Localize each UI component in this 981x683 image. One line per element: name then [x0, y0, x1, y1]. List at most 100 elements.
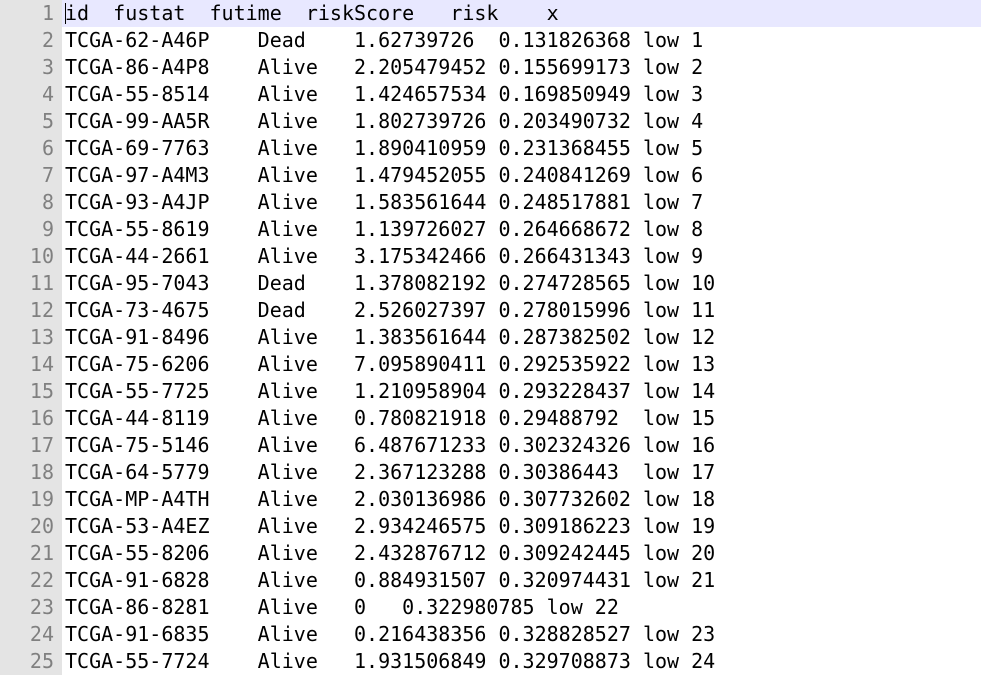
- line-number: 17: [0, 432, 58, 459]
- gutter-margin: [58, 0, 62, 27]
- editor-line[interactable]: 17 TCGA-75-5146 Alive 6.487671233 0.30232…: [0, 432, 981, 459]
- editor-line[interactable]: 15 TCGA-55-7725 Alive 1.210958904 0.29322…: [0, 378, 981, 405]
- line-text[interactable]: TCGA-44-2661 Alive 3.175342466 0.2664313…: [65, 243, 703, 270]
- line-text[interactable]: TCGA-86-A4P8 Alive 2.205479452 0.1556991…: [65, 54, 703, 81]
- line-number: 3: [0, 54, 58, 81]
- gutter-margin: [58, 594, 62, 621]
- line-number: 20: [0, 513, 58, 540]
- line-text[interactable]: TCGA-44-8119 Alive 0.780821918 0.2948879…: [65, 405, 715, 432]
- gutter-margin: [58, 27, 62, 54]
- gutter-margin: [58, 135, 62, 162]
- line-text[interactable]: TCGA-64-5779 Alive 2.367123288 0.3038644…: [65, 459, 715, 486]
- editor-line[interactable]: 3 TCGA-86-A4P8 Alive 2.205479452 0.155699…: [0, 54, 981, 81]
- editor-line[interactable]: 8 TCGA-93-A4JP Alive 1.583561644 0.248517…: [0, 189, 981, 216]
- line-text[interactable]: TCGA-97-A4M3 Alive 1.479452055 0.2408412…: [65, 162, 703, 189]
- editor-line[interactable]: 6 TCGA-69-7763 Alive 1.890410959 0.231368…: [0, 135, 981, 162]
- line-text[interactable]: TCGA-55-8619 Alive 1.139726027 0.2646686…: [65, 216, 703, 243]
- line-text[interactable]: TCGA-99-AA5R Alive 1.802739726 0.2034907…: [65, 108, 703, 135]
- line-number: 2: [0, 27, 58, 54]
- line-number: 11: [0, 270, 58, 297]
- gutter-margin: [58, 459, 62, 486]
- text-caret: [65, 3, 66, 24]
- line-number: 15: [0, 378, 58, 405]
- gutter-margin: [58, 351, 62, 378]
- gutter-margin: [58, 405, 62, 432]
- editor-line[interactable]: 18 TCGA-64-5779 Alive 2.367123288 0.30386…: [0, 459, 981, 486]
- editor-line[interactable]: 4 TCGA-55-8514 Alive 1.424657534 0.169850…: [0, 81, 981, 108]
- editor-line[interactable]: 12 TCGA-73-4675 Dead 2.526027397 0.278015…: [0, 297, 981, 324]
- line-number: 6: [0, 135, 58, 162]
- line-number: 19: [0, 486, 58, 513]
- gutter-margin: [58, 540, 62, 567]
- line-number: 1: [0, 0, 58, 27]
- editor-line[interactable]: 19 TCGA-MP-A4TH Alive 2.030136986 0.30773…: [0, 486, 981, 513]
- line-number: 4: [0, 81, 58, 108]
- line-text[interactable]: TCGA-75-6206 Alive 7.095890411 0.2925359…: [65, 351, 715, 378]
- editor-line[interactable]: 9 TCGA-55-8619 Alive 1.139726027 0.264668…: [0, 216, 981, 243]
- gutter-margin: [58, 189, 62, 216]
- editor-line[interactable]: 23 TCGA-86-8281 Alive 0 0.322980785 low 2…: [0, 594, 981, 621]
- line-number: 5: [0, 108, 58, 135]
- line-text[interactable]: TCGA-73-4675 Dead 2.526027397 0.27801599…: [65, 297, 715, 324]
- line-number: 14: [0, 351, 58, 378]
- editor-line[interactable]: 14 TCGA-75-6206 Alive 7.095890411 0.29253…: [0, 351, 981, 378]
- line-text[interactable]: TCGA-91-8496 Alive 1.383561644 0.2873825…: [65, 324, 715, 351]
- gutter-margin: [58, 432, 62, 459]
- gutter-margin: [58, 324, 62, 351]
- line-text[interactable]: TCGA-55-7724 Alive 1.931506849 0.3297088…: [65, 648, 715, 675]
- line-number: 16: [0, 405, 58, 432]
- gutter-margin: [58, 54, 62, 81]
- line-number: 9: [0, 216, 58, 243]
- editor-line[interactable]: 20 TCGA-53-A4EZ Alive 2.934246575 0.30918…: [0, 513, 981, 540]
- editor-line[interactable]: 2 TCGA-62-A46P Dead 1.62739726 0.13182636…: [0, 27, 981, 54]
- line-number: 21: [0, 540, 58, 567]
- line-text[interactable]: TCGA-86-8281 Alive 0 0.322980785 low 22: [65, 594, 619, 621]
- editor-line[interactable]: 11 TCGA-95-7043 Dead 1.378082192 0.274728…: [0, 270, 981, 297]
- gutter-margin: [58, 378, 62, 405]
- line-text[interactable]: TCGA-95-7043 Dead 1.378082192 0.27472856…: [65, 270, 715, 297]
- line-text[interactable]: TCGA-53-A4EZ Alive 2.934246575 0.3091862…: [65, 513, 715, 540]
- line-number: 18: [0, 459, 58, 486]
- gutter-margin: [58, 486, 62, 513]
- line-text[interactable]: TCGA-75-5146 Alive 6.487671233 0.3023243…: [65, 432, 715, 459]
- line-number: 7: [0, 162, 58, 189]
- line-number: 13: [0, 324, 58, 351]
- editor-line[interactable]: 21 TCGA-55-8206 Alive 2.432876712 0.30924…: [0, 540, 981, 567]
- editor-line[interactable]: 5 TCGA-99-AA5R Alive 1.802739726 0.203490…: [0, 108, 981, 135]
- gutter-margin: [58, 513, 62, 540]
- editor-line[interactable]: 10 TCGA-44-2661 Alive 3.175342466 0.26643…: [0, 243, 981, 270]
- gutter-margin: [58, 297, 62, 324]
- editor-line[interactable]: 22 TCGA-91-6828 Alive 0.884931507 0.32097…: [0, 567, 981, 594]
- gutter-margin: [58, 216, 62, 243]
- line-number: 8: [0, 189, 58, 216]
- editor-line[interactable]: 24 TCGA-91-6835 Alive 0.216438356 0.32882…: [0, 621, 981, 648]
- editor-line[interactable]: 13 TCGA-91-8496 Alive 1.383561644 0.28738…: [0, 324, 981, 351]
- editor-line[interactable]: 7 TCGA-97-A4M3 Alive 1.479452055 0.240841…: [0, 162, 981, 189]
- gutter-margin: [58, 108, 62, 135]
- line-text[interactable]: TCGA-55-8206 Alive 2.432876712 0.3092424…: [65, 540, 715, 567]
- line-text[interactable]: TCGA-91-6835 Alive 0.216438356 0.3288285…: [65, 621, 715, 648]
- line-number: 22: [0, 567, 58, 594]
- gutter-margin: [58, 243, 62, 270]
- text-editor[interactable]: 1 id fustat futime riskScore risk x 2 TCGA-…: [0, 0, 981, 683]
- line-number: 24: [0, 621, 58, 648]
- gutter-margin: [58, 648, 62, 675]
- editor-line[interactable]: 1 id fustat futime riskScore risk x: [0, 0, 981, 27]
- editor-line[interactable]: 16 TCGA-44-8119 Alive 0.780821918 0.29488…: [0, 405, 981, 432]
- gutter-margin: [58, 81, 62, 108]
- editor-line[interactable]: 25 TCGA-55-7724 Alive 1.931506849 0.32970…: [0, 648, 981, 675]
- line-number: 23: [0, 594, 58, 621]
- line-number: 10: [0, 243, 58, 270]
- line-text[interactable]: TCGA-93-A4JP Alive 1.583561644 0.2485178…: [65, 189, 703, 216]
- line-text[interactable]: TCGA-55-7725 Alive 1.210958904 0.2932284…: [65, 378, 715, 405]
- line-text[interactable]: TCGA-55-8514 Alive 1.424657534 0.1698509…: [65, 81, 703, 108]
- line-number: 25: [0, 648, 58, 675]
- gutter-margin: [58, 621, 62, 648]
- line-text[interactable]: TCGA-91-6828 Alive 0.884931507 0.3209744…: [65, 567, 715, 594]
- line-text[interactable]: TCGA-MP-A4TH Alive 2.030136986 0.3077326…: [65, 486, 715, 513]
- gutter-margin: [58, 567, 62, 594]
- line-text[interactable]: TCGA-69-7763 Alive 1.890410959 0.2313684…: [65, 135, 703, 162]
- gutter-margin: [58, 162, 62, 189]
- line-text[interactable]: TCGA-62-A46P Dead 1.62739726 0.131826368…: [65, 27, 703, 54]
- line-text[interactable]: id fustat futime riskScore risk x: [65, 0, 559, 27]
